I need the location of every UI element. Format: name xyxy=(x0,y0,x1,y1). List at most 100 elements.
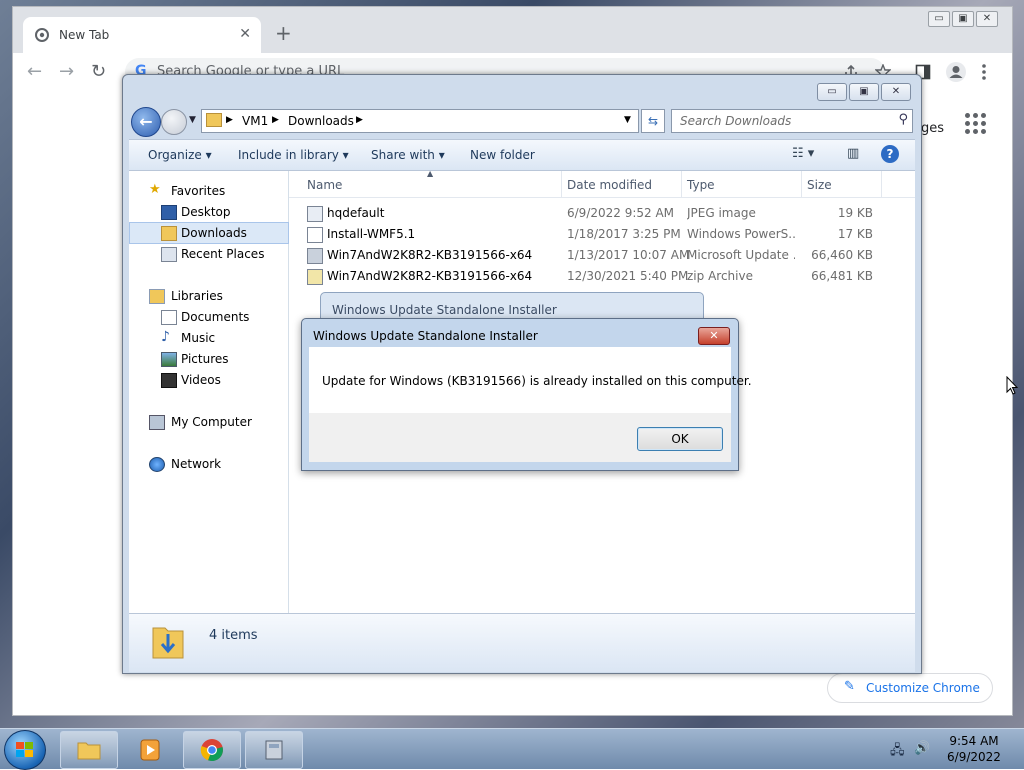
tab-new-tab[interactable]: New Tab ✕ xyxy=(23,17,261,53)
forward-button[interactable] xyxy=(161,109,187,135)
reload-icon[interactable]: ↻ xyxy=(91,61,106,82)
column-header-row: Name ▲ Date modified Type Size xyxy=(289,169,915,198)
nav-videos[interactable]: Videos xyxy=(129,370,287,390)
image-file-icon xyxy=(307,206,323,222)
minimize-button[interactable]: ▭ xyxy=(928,11,950,27)
details-pane: 4 items xyxy=(129,613,915,672)
taskbar-installer[interactable] xyxy=(245,731,303,769)
close-button[interactable]: ✕ xyxy=(976,11,998,27)
organize-button[interactable]: Organize ▾ xyxy=(148,148,212,162)
nav-desktop[interactable]: Desktop xyxy=(129,202,287,222)
back-button[interactable]: ← xyxy=(131,107,161,137)
file-row[interactable]: hqdefault 6/9/2022 9:52 AM JPEG image 19… xyxy=(289,203,915,223)
documents-icon xyxy=(161,310,177,325)
share-with-button[interactable]: Share with ▾ xyxy=(371,148,445,162)
taskbar-media-player[interactable] xyxy=(121,731,179,769)
chrome-logo-icon xyxy=(200,739,223,762)
column-size[interactable]: Size xyxy=(807,178,832,192)
installer-icon xyxy=(265,740,283,760)
customize-chrome-label: Customize Chrome xyxy=(866,681,980,695)
new-tab-button[interactable]: + xyxy=(275,23,292,43)
nav-documents[interactable]: Documents xyxy=(129,307,287,327)
address-bar[interactable]: ▶ VM1 ▶ Downloads ▶ ▼ xyxy=(201,109,639,133)
tab-close-icon[interactable]: ✕ xyxy=(239,26,251,42)
file-row[interactable]: Win7AndW2K8R2-KB3191566-x64 12/30/2021 5… xyxy=(289,266,915,286)
pictures-icon xyxy=(161,352,177,367)
message-dialog: Windows Update Standalone Installer ✕ Up… xyxy=(301,318,752,471)
images-link[interactable]: ges xyxy=(921,121,944,136)
help-icon[interactable]: ? xyxy=(881,145,899,163)
film-icon xyxy=(161,373,177,388)
maximize-button[interactable]: ▣ xyxy=(952,11,974,27)
desktop-icon xyxy=(161,205,177,220)
nav-favorites[interactable]: ★ Favorites xyxy=(129,181,287,201)
dialog-footer: OK xyxy=(309,413,731,462)
start-button[interactable] xyxy=(4,730,46,770)
dialog-message: Update for Windows (KB3191566) is alread… xyxy=(322,374,752,388)
nav-pictures[interactable]: Pictures xyxy=(129,349,287,369)
taskbar-chrome[interactable] xyxy=(183,731,241,769)
taskbar: 🖧 🔊 9:54 AM 6/9/2022 xyxy=(0,728,1024,770)
volume-tray-icon[interactable]: 🔊 xyxy=(914,741,930,756)
menu-kebab-icon[interactable] xyxy=(981,64,987,80)
recent-pages-dropdown-icon[interactable]: ▼ xyxy=(189,115,196,125)
folder-icon xyxy=(206,113,222,127)
search-placeholder: Search Downloads xyxy=(680,114,792,128)
dialog-body: Update for Windows (KB3191566) is alread… xyxy=(309,347,752,413)
column-type[interactable]: Type xyxy=(687,178,715,192)
sort-arrow-icon: ▲ xyxy=(427,169,434,178)
taskbar-explorer[interactable] xyxy=(60,731,118,769)
nav-network[interactable]: Network xyxy=(129,454,287,474)
network-tray-icon[interactable]: 🖧 xyxy=(890,741,905,763)
system-clock[interactable]: 9:54 AM 6/9/2022 xyxy=(944,733,1004,765)
customize-chrome-button[interactable]: ✎ Customize Chrome xyxy=(827,673,993,703)
command-bar: Organize ▾ Include in library ▾ Share wi… xyxy=(129,139,915,171)
breadcrumb-chevron-icon[interactable]: ▶ xyxy=(272,115,279,125)
script-file-icon xyxy=(307,227,323,243)
clock-date: 6/9/2022 xyxy=(947,750,1001,764)
minimize-button[interactable]: ▭ xyxy=(817,83,847,101)
network-globe-icon xyxy=(149,457,165,472)
nav-libraries[interactable]: Libraries xyxy=(129,286,287,306)
tab-title: New Tab xyxy=(59,28,110,42)
refresh-button[interactable]: ⇆ xyxy=(641,109,665,133)
explorer-window-controls: ▭ ▣ ✕ xyxy=(817,83,911,101)
dialog-close-button[interactable]: ✕ xyxy=(698,327,730,345)
breadcrumb-chevron-icon[interactable]: ▶ xyxy=(226,115,233,125)
nav-recent-places[interactable]: Recent Places xyxy=(129,244,287,264)
breadcrumb-downloads[interactable]: Downloads xyxy=(288,114,354,128)
ok-button[interactable]: OK xyxy=(637,427,723,451)
windows-logo-icon xyxy=(16,742,34,758)
change-view-icon[interactable]: ☷ ▾ xyxy=(792,146,814,161)
computer-icon xyxy=(149,415,165,430)
apps-grid-icon[interactable] xyxy=(965,113,987,135)
address-dropdown-icon[interactable]: ▼ xyxy=(624,115,631,125)
media-player-icon xyxy=(140,739,160,761)
column-date-modified[interactable]: Date modified xyxy=(567,178,652,192)
navigation-pane: ★ Favorites Desktop Downloads Recent Pla… xyxy=(129,171,289,613)
downloads-folder-large-icon xyxy=(152,627,184,659)
profile-avatar-icon[interactable] xyxy=(945,61,967,83)
forward-icon[interactable]: → xyxy=(59,61,74,82)
maximize-button[interactable]: ▣ xyxy=(849,83,879,101)
breadcrumb-chevron-icon[interactable]: ▶ xyxy=(356,115,363,125)
music-note-icon: ♪ xyxy=(161,329,170,345)
file-row[interactable]: Win7AndW2K8R2-KB3191566-x64 1/13/2017 10… xyxy=(289,245,915,265)
file-row[interactable]: Install-WMF5.1 1/18/2017 3:25 PM Windows… xyxy=(289,224,915,244)
chrome-window-controls: ▭ ▣ ✕ xyxy=(928,11,998,27)
breadcrumb-vm1[interactable]: VM1 xyxy=(242,114,268,128)
column-name[interactable]: Name xyxy=(307,178,342,192)
include-in-library-button[interactable]: Include in library ▾ xyxy=(238,148,349,162)
nav-my-computer[interactable]: My Computer xyxy=(129,412,287,432)
search-downloads-input[interactable]: Search Downloads ⚲ xyxy=(671,109,913,133)
clock-time: 9:54 AM xyxy=(949,734,999,748)
back-icon[interactable]: ← xyxy=(27,61,42,82)
item-count: 4 items xyxy=(209,628,258,643)
mouse-cursor-icon xyxy=(1006,376,1018,395)
nav-downloads[interactable]: Downloads xyxy=(129,222,289,244)
new-folder-button[interactable]: New folder xyxy=(470,148,535,162)
preview-pane-icon[interactable]: ▥ xyxy=(847,146,859,161)
close-button[interactable]: ✕ xyxy=(881,83,911,101)
downloads-folder-icon xyxy=(161,226,177,241)
nav-music[interactable]: ♪ Music xyxy=(129,328,287,348)
